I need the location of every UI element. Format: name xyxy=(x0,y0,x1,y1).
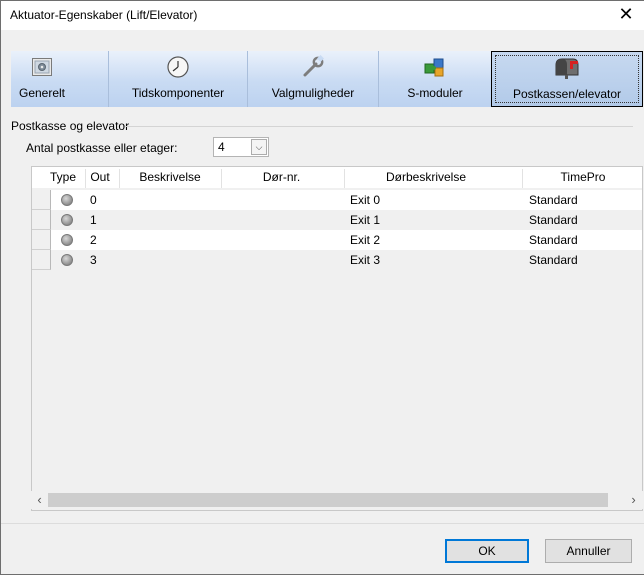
wrench-icon xyxy=(301,55,325,78)
type-radio[interactable] xyxy=(61,194,73,206)
tab-tidskomponenter-label: Tidskomponenter xyxy=(131,86,225,100)
column-header-type[interactable]: Type xyxy=(46,167,80,188)
cell-timepro[interactable]: Standard xyxy=(529,250,578,270)
cell-out: 2 xyxy=(90,233,97,247)
count-label: Antal postkasse eller etager: xyxy=(26,141,178,155)
window-title: Aktuator-Egenskaber (Lift/Elevator) xyxy=(10,8,198,22)
cell-timepro[interactable]: Standard xyxy=(529,190,578,210)
settings-panel-icon xyxy=(32,56,52,78)
type-radio[interactable] xyxy=(61,234,73,246)
count-select-value: 4 xyxy=(218,140,225,154)
tab-valgmuligheder[interactable]: Valgmuligheder xyxy=(248,51,378,107)
column-header-timepro[interactable]: TimePro xyxy=(523,167,642,188)
close-button[interactable]: ✕ xyxy=(616,3,636,25)
table-row[interactable]: 3 Exit 3 Standard xyxy=(32,250,642,270)
type-radio[interactable] xyxy=(61,254,73,266)
cell-timepro[interactable]: Standard xyxy=(529,210,578,230)
column-header-beskrivelse[interactable]: Beskrivelse xyxy=(120,167,220,188)
cell-out: 0 xyxy=(90,193,97,207)
column-header-out[interactable]: Out xyxy=(88,167,112,188)
scroll-left-icon[interactable]: ‹ xyxy=(31,491,48,509)
puzzle-icon xyxy=(423,56,447,78)
footer-divider xyxy=(1,523,644,524)
group-title: Postkasse og elevator xyxy=(11,119,130,133)
horizontal-scrollbar[interactable]: ‹ › xyxy=(31,491,643,509)
mailbox-icon xyxy=(553,57,581,79)
cell-door-description[interactable]: Exit 1 xyxy=(350,210,380,230)
group-divider xyxy=(125,126,633,127)
table-row[interactable]: 1 Exit 1 Standard xyxy=(32,210,642,230)
ok-button[interactable]: OK xyxy=(445,539,529,563)
row-header[interactable] xyxy=(32,250,51,270)
cell-out: 3 xyxy=(90,253,97,267)
tab-generelt-label: Generelt xyxy=(18,86,66,100)
tab-tidskomponenter[interactable]: Tidskomponenter xyxy=(109,51,247,107)
row-header[interactable] xyxy=(32,190,51,210)
tab-valgmuligheder-label: Valgmuligheder xyxy=(271,86,355,100)
column-header-door-number[interactable]: Dør-nr. xyxy=(222,167,341,188)
type-radio[interactable] xyxy=(61,214,73,226)
row-header[interactable] xyxy=(32,230,51,250)
column-header-door-description[interactable]: Dørbeskrivelse xyxy=(345,167,507,188)
title-bar: Aktuator-Egenskaber (Lift/Elevator) ✕ xyxy=(1,1,644,30)
dialog-window: Aktuator-Egenskaber (Lift/Elevator) ✕ Ge… xyxy=(0,0,644,575)
grid-header: Type Out Beskrivelse Dør-nr. Dørbeskrive… xyxy=(32,167,642,188)
table-row[interactable]: 0 Exit 0 Standard xyxy=(32,190,642,210)
tab-generelt[interactable]: Generelt xyxy=(11,51,73,107)
outputs-grid: Type Out Beskrivelse Dør-nr. Dørbeskrive… xyxy=(31,166,643,511)
cell-door-description[interactable]: Exit 3 xyxy=(350,250,380,270)
clock-icon xyxy=(167,56,189,78)
tab-s-moduler[interactable]: S-moduler xyxy=(379,51,491,107)
tab-s-moduler-label: S-moduler xyxy=(407,86,463,100)
cell-door-description[interactable]: Exit 0 xyxy=(350,190,380,210)
toolbar: Generelt Tidskomponenter Valgmuligheder … xyxy=(11,51,643,107)
table-row[interactable]: 2 Exit 2 Standard xyxy=(32,230,642,250)
cell-out: 1 xyxy=(90,213,97,227)
cancel-button[interactable]: Annuller xyxy=(545,539,632,563)
tab-postkassen-elevator[interactable]: Postkassen/elevator xyxy=(491,51,643,107)
row-header[interactable] xyxy=(32,210,51,230)
scroll-right-icon[interactable]: › xyxy=(625,491,642,509)
tab-postkassen-elevator-label: Postkassen/elevator xyxy=(512,87,622,101)
count-select[interactable]: 4 ⌵ xyxy=(213,137,269,157)
chevron-down-icon[interactable]: ⌵ xyxy=(251,139,267,155)
column-divider[interactable] xyxy=(85,169,86,188)
scrollbar-thumb[interactable] xyxy=(48,493,608,507)
cell-door-description[interactable]: Exit 2 xyxy=(350,230,380,250)
cell-timepro[interactable]: Standard xyxy=(529,230,578,250)
